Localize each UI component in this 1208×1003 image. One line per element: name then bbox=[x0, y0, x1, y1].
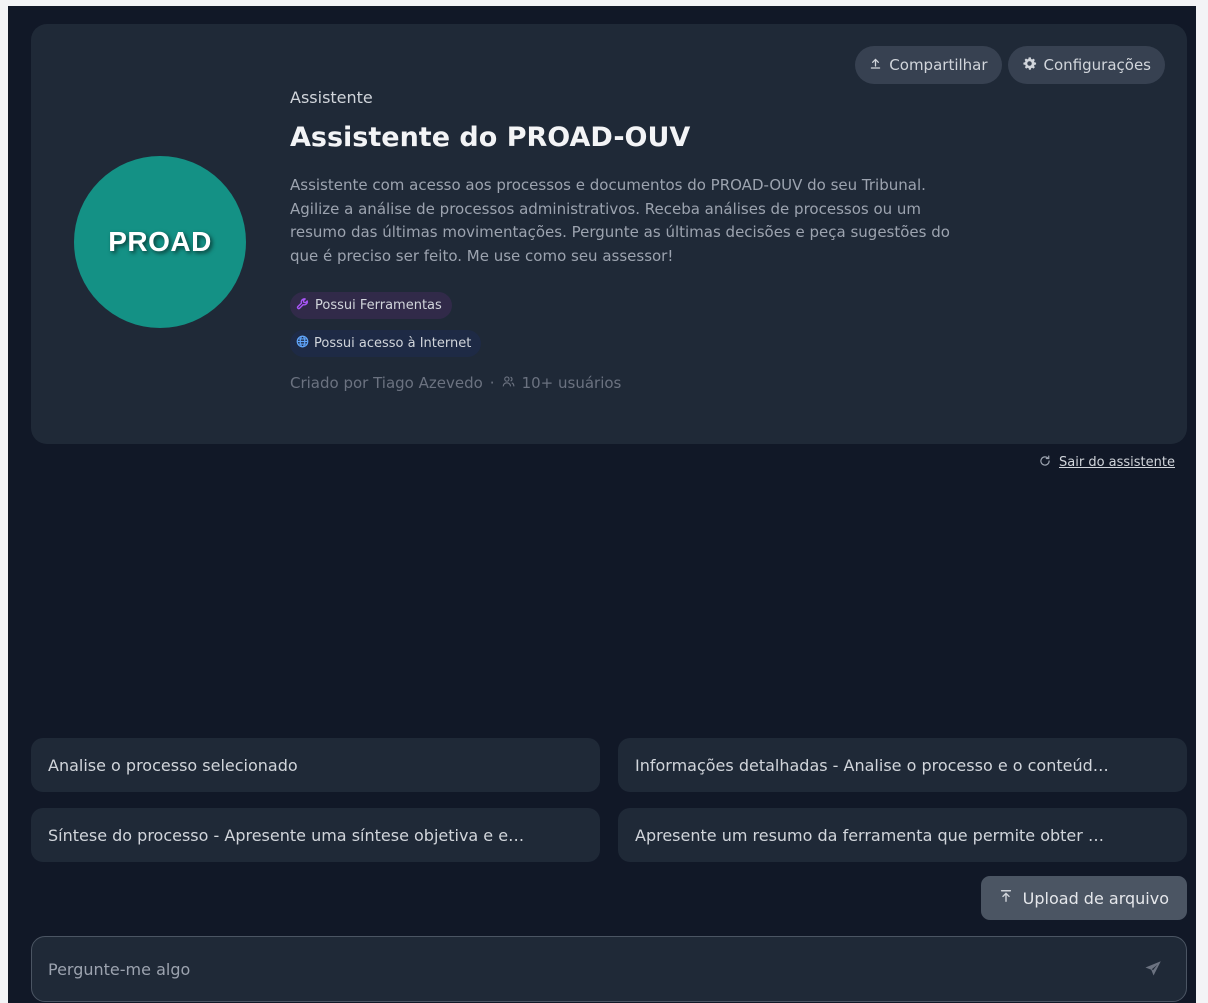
settings-button[interactable]: Configurações bbox=[1007, 46, 1165, 84]
assistant-avatar: PROAD bbox=[74, 156, 246, 328]
assistant-card: PROAD Compartilhar Configurações Assiste… bbox=[31, 24, 1187, 444]
assistant-title: Assistente do PROAD-OUV bbox=[290, 122, 691, 153]
suggestion-text: Apresente um resumo da ferramenta que pe… bbox=[635, 825, 1104, 845]
suggestion-card[interactable]: Analise o processo selecionado bbox=[31, 738, 600, 792]
settings-button-label: Configurações bbox=[1043, 56, 1151, 74]
suggestion-text: Síntese do processo - Apresente uma sínt… bbox=[48, 825, 525, 845]
assistant-meta: Criado por Tiago Azevedo · 10+ usuários bbox=[290, 374, 621, 392]
avatar-text: PROAD bbox=[108, 226, 212, 257]
internet-badge-label: Possui acesso à Internet bbox=[314, 336, 472, 351]
upload-arrow-icon bbox=[869, 57, 882, 74]
wrench-icon bbox=[296, 297, 310, 315]
chat-input[interactable] bbox=[48, 937, 1108, 1001]
creator-text: Criado por Tiago Azevedo bbox=[290, 374, 483, 392]
tools-badge-label: Possui Ferramentas bbox=[315, 298, 442, 313]
exit-assistant-link[interactable]: Sair do assistente bbox=[1039, 455, 1175, 470]
assistant-kicker: Assistente bbox=[290, 88, 373, 107]
send-icon[interactable] bbox=[1142, 958, 1164, 980]
suggestion-card[interactable]: Informações detalhadas - Analise o proce… bbox=[618, 738, 1187, 792]
suggestion-card[interactable]: Síntese do processo - Apresente uma sínt… bbox=[31, 808, 600, 862]
upload-icon bbox=[999, 889, 1013, 907]
share-button-label: Compartilhar bbox=[889, 56, 988, 74]
window-right-edge bbox=[1196, 0, 1208, 1003]
gear-icon bbox=[1022, 56, 1037, 75]
refresh-icon bbox=[1039, 455, 1051, 470]
users-count: 10+ usuários bbox=[521, 374, 622, 392]
tools-badge: Possui Ferramentas bbox=[290, 292, 452, 319]
globe-icon bbox=[296, 335, 309, 352]
card-actions: Compartilhar Configurações bbox=[855, 46, 1165, 84]
chat-input-box bbox=[31, 936, 1187, 1002]
exit-assistant-label: Sair do assistente bbox=[1059, 455, 1175, 470]
suggestion-text: Analise o processo selecionado bbox=[48, 755, 298, 775]
suggestion-text: Informações detalhadas - Analise o proce… bbox=[635, 755, 1109, 775]
share-button[interactable]: Compartilhar bbox=[855, 46, 1002, 84]
meta-separator: · bbox=[489, 374, 495, 392]
upload-file-button[interactable]: Upload de arquivo bbox=[980, 876, 1187, 920]
suggestion-card[interactable]: Apresente um resumo da ferramenta que pe… bbox=[618, 808, 1187, 862]
app-frame: PROAD Compartilhar Configurações Assiste… bbox=[0, 0, 1208, 1003]
assistant-description: Assistente com acesso aos processos e do… bbox=[290, 176, 950, 265]
internet-badge: Possui acesso à Internet bbox=[290, 330, 482, 357]
users-icon bbox=[502, 375, 515, 391]
window-left-edge bbox=[0, 0, 8, 1003]
window-top-edge bbox=[0, 0, 1208, 6]
upload-file-label: Upload de arquivo bbox=[1022, 888, 1169, 908]
